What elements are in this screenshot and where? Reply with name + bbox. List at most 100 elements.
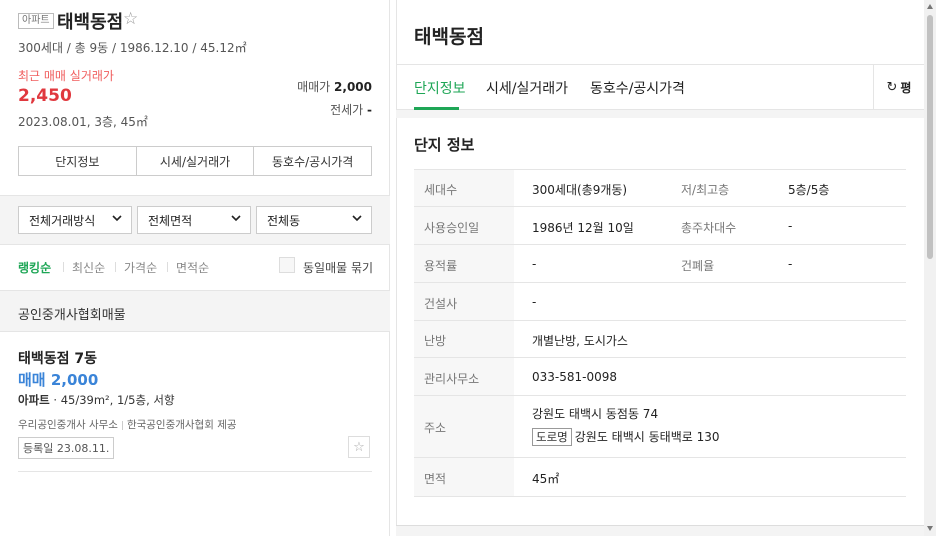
address-value: 강원도 태백시 동점동 74 bbox=[532, 407, 659, 421]
divider bbox=[18, 471, 372, 472]
far-label: 용적률 bbox=[424, 259, 458, 273]
sort-divider bbox=[167, 262, 168, 272]
building-select-label: 전체동 bbox=[267, 213, 301, 228]
jeonse-price-value: - bbox=[367, 103, 372, 117]
parking-label: 총주차대수 bbox=[681, 221, 737, 235]
summary-tab-complex-info[interactable]: 단지정보 bbox=[19, 147, 137, 175]
heating-label: 난방 bbox=[424, 334, 447, 348]
parking-value: - bbox=[788, 219, 793, 233]
tab-complex-info[interactable]: 단지정보 bbox=[414, 78, 466, 98]
households-label: 세대수 bbox=[424, 183, 458, 197]
bcr-value: - bbox=[788, 257, 793, 271]
jeonse-price-row: 전세가 - bbox=[330, 101, 372, 118]
builder-value: - bbox=[532, 295, 537, 309]
sort-divider bbox=[115, 262, 116, 272]
builder-label: 건설사 bbox=[424, 297, 458, 311]
households-value: 300세대(총9개동) bbox=[532, 183, 628, 197]
sort-divider bbox=[63, 262, 64, 272]
info-row: 건설사 - bbox=[414, 283, 906, 321]
summary-tab-units[interactable]: 동호수/공시가격 bbox=[254, 147, 371, 175]
scroll-up-arrow-icon[interactable] bbox=[927, 4, 933, 9]
recent-trade-price: 2,450 bbox=[18, 86, 72, 106]
registered-date-badge: 등록일 23.08.11. bbox=[18, 437, 115, 459]
complex-info-section: 단지 정보 세대수 300세대(총9개동) 저/최고층 5층/5층 사용승인일 … bbox=[396, 118, 924, 525]
group-same-listings-checkbox[interactable] bbox=[279, 257, 295, 273]
jeonse-price-label: 전세가 bbox=[330, 103, 364, 117]
chevron-down-icon bbox=[112, 215, 122, 222]
area-select[interactable]: 전체면적 bbox=[137, 206, 251, 234]
listing-spec: 아파트 · 45/39m², 1/5층, 서향 bbox=[18, 392, 175, 408]
far-value: - bbox=[532, 257, 537, 271]
sort-ranking[interactable]: 랭킹순 bbox=[18, 259, 51, 276]
summary-tab-price[interactable]: 시세/실거래가 bbox=[137, 147, 255, 175]
association-section-header: 공인중개사협회매물 bbox=[0, 290, 390, 332]
trade-type-select[interactable]: 전체거래방식 bbox=[18, 206, 132, 234]
summary-tab-bar: 단지정보 시세/실거래가 동호수/공시가격 bbox=[18, 146, 372, 176]
floors-value: 5층/5층 bbox=[788, 183, 830, 197]
listing-spec-detail: · 45/39m², 1/5층, 서향 bbox=[49, 393, 175, 407]
vertical-scrollbar[interactable] bbox=[924, 0, 936, 536]
complex-summary: 아파트 태백동점 ☆ 300세대 / 총 9동 / 1986.12.10 / 4… bbox=[0, 0, 390, 195]
listing-name: 태백동점 7동 bbox=[18, 351, 98, 367]
approval-date-label: 사용승인일 bbox=[424, 221, 480, 235]
complex-info: 300세대 / 총 9동 / 1986.12.10 / 45.12㎡ bbox=[18, 41, 247, 55]
sale-price-row: 매매가 2,000 bbox=[297, 78, 372, 95]
road-address: 도로명 강원도 태백시 동태백로 130 bbox=[532, 428, 720, 446]
info-row: 주소 강원도 태백시 동점동 74 도로명 강원도 태백시 동태백로 130 bbox=[414, 396, 906, 458]
sort-price[interactable]: 가격순 bbox=[124, 259, 157, 276]
app-root: 아파트 태백동점 ☆ 300세대 / 총 9동 / 1986.12.10 / 4… bbox=[0, 0, 936, 536]
group-same-listings-label[interactable]: 동일매물 묶기 bbox=[303, 259, 373, 276]
tab-price-trade[interactable]: 시세/실거래가 bbox=[486, 78, 568, 98]
agent-name: 우리공인중개사 사무소 bbox=[18, 419, 118, 431]
section-gap bbox=[396, 525, 924, 536]
area-select-label: 전체면적 bbox=[148, 213, 193, 228]
info-row: 사용승인일 1986년 12월 10일 총주차대수 - bbox=[414, 207, 906, 245]
sort-bar: 랭킹순 최신순 가격순 면적순 동일매물 묶기 bbox=[0, 245, 390, 290]
management-office-label: 관리사무소 bbox=[424, 372, 480, 386]
floors-label: 저/최고층 bbox=[681, 183, 730, 197]
info-row: 난방 개별난방, 도시가스 bbox=[414, 321, 906, 358]
road-address-value: 강원도 태백시 동태백로 130 bbox=[574, 430, 720, 444]
unit-toggle-label: 평 bbox=[900, 81, 912, 95]
detail-title: 태백동점 bbox=[414, 26, 484, 48]
info-row: 면적 45㎡ bbox=[414, 458, 906, 497]
chevron-down-icon bbox=[352, 215, 362, 222]
star-outline-icon[interactable]: ☆ bbox=[123, 10, 138, 28]
listing-provider: 한국공인중개사협회 제공 bbox=[126, 419, 237, 431]
trade-type-select-label: 전체거래방식 bbox=[29, 213, 96, 228]
favorite-star-icon[interactable]: ☆ bbox=[348, 436, 370, 458]
heating-value: 개별난방, 도시가스 bbox=[532, 334, 628, 348]
sale-price-value: 2,000 bbox=[334, 80, 372, 94]
unit-toggle-button[interactable]: ↻ 평 bbox=[873, 65, 924, 110]
complex-name: 태백동점 bbox=[57, 12, 124, 33]
recent-trade-date: 2023.08.01, 3층, 45㎡ bbox=[18, 115, 148, 129]
listing-item[interactable]: 태백동점 7동 매매 2,000 아파트 · 45/39m², 1/5층, 서향… bbox=[0, 332, 390, 472]
listing-agent: 우리공인중개사 사무소 한국공인중개사협회 제공 bbox=[18, 417, 237, 432]
scrollbar-thumb[interactable] bbox=[927, 15, 933, 259]
scroll-down-arrow-icon[interactable] bbox=[927, 526, 933, 531]
detail-tab-bar: 단지정보 시세/실거래가 동호수/공시가격 ↻ 평 bbox=[396, 65, 924, 110]
approval-date-value: 1986년 12월 10일 bbox=[532, 221, 634, 235]
detail-header: 태백동점 bbox=[396, 0, 924, 65]
listing-panel: 아파트 태백동점 ☆ 300세대 / 총 9동 / 1986.12.10 / 4… bbox=[0, 0, 390, 536]
detail-panel: 태백동점 단지정보 시세/실거래가 동호수/공시가격 ↻ 평 단지 정보 세대수… bbox=[396, 0, 924, 536]
sale-price-label: 매매가 bbox=[297, 80, 331, 94]
info-row: 관리사무소 033-581-0098 bbox=[414, 358, 906, 396]
sort-latest[interactable]: 최신순 bbox=[72, 259, 105, 276]
association-title: 공인중개사협회매물 bbox=[18, 308, 126, 323]
building-select[interactable]: 전체동 bbox=[256, 206, 372, 234]
listing-type: 아파트 bbox=[18, 393, 50, 407]
management-office-phone[interactable]: 033-581-0098 bbox=[532, 370, 617, 384]
bcr-label: 건폐율 bbox=[681, 259, 715, 273]
complex-info-table: 세대수 300세대(총9개동) 저/최고층 5층/5층 사용승인일 1986년 … bbox=[414, 169, 906, 497]
refresh-icon: ↻ bbox=[886, 80, 898, 95]
road-address-tag: 도로명 bbox=[532, 428, 572, 446]
filter-bar: 전체거래방식 전체면적 전체동 bbox=[0, 195, 390, 245]
sort-area[interactable]: 면적순 bbox=[176, 259, 209, 276]
area-label: 면적 bbox=[424, 472, 447, 486]
tab-units-official-price[interactable]: 동호수/공시가격 bbox=[590, 78, 685, 98]
section-title: 단지 정보 bbox=[414, 136, 475, 154]
info-row: 용적률 - 건폐율 - bbox=[414, 245, 906, 283]
area-value: 45㎡ bbox=[532, 472, 560, 486]
info-row: 세대수 300세대(총9개동) 저/최고층 5층/5층 bbox=[414, 170, 906, 207]
